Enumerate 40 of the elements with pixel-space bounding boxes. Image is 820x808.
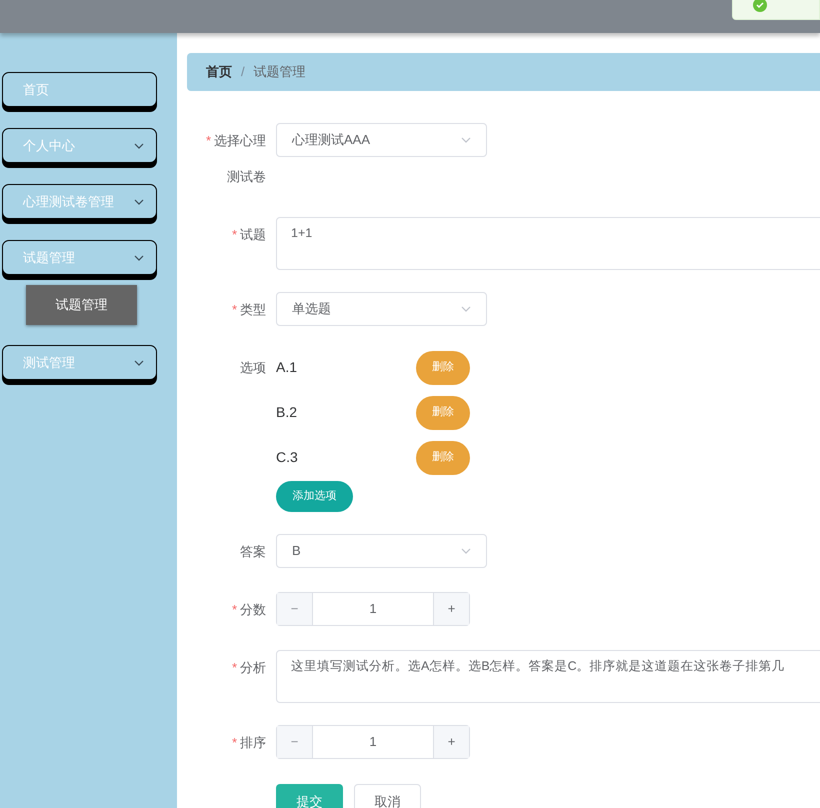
chevron-down-icon: [134, 360, 144, 366]
chevron-down-icon: [461, 306, 471, 312]
field-label: 分数: [240, 602, 266, 617]
required-mark: *: [232, 602, 237, 617]
field-label: 试题: [240, 227, 266, 242]
field-label: 类型: [240, 302, 266, 317]
field-label: 排序: [240, 735, 266, 750]
text-area[interactable]: 1+1: [276, 217, 820, 270]
required-mark: *: [206, 133, 211, 148]
field-label: 分析: [240, 660, 266, 675]
success-icon: [753, 0, 767, 12]
add-option-button[interactable]: 添加选项: [276, 481, 353, 512]
select-field[interactable]: 心理测试AAA: [276, 123, 487, 157]
cancel-button[interactable]: 取消: [354, 784, 421, 808]
sidebar-submenu-item[interactable]: 试题管理: [26, 285, 137, 325]
chevron-down-icon: [134, 198, 144, 204]
required-mark: *: [232, 660, 237, 675]
field-label: 答案: [240, 544, 266, 559]
delete-button[interactable]: 删除: [416, 440, 470, 474]
submit-button[interactable]: 提交: [276, 784, 343, 808]
option-text: C.3: [276, 448, 299, 467]
select-field[interactable]: 单选题: [276, 292, 487, 326]
chevron-down-icon: [134, 142, 144, 148]
option-text: B.2: [276, 403, 298, 422]
required-mark: *: [232, 735, 237, 750]
field-label: 选择心理测试卷: [214, 133, 266, 184]
chevron-down-icon: [134, 254, 144, 260]
delete-button[interactable]: 删除: [416, 350, 470, 384]
field-label: 选项: [240, 360, 266, 375]
required-mark: *: [232, 227, 237, 242]
delete-button[interactable]: 删除: [416, 396, 470, 430]
chevron-down-icon: [461, 548, 471, 554]
chevron-down-icon: [461, 137, 471, 143]
breadcrumb-link[interactable]: 试题管理: [254, 62, 306, 82]
breadcrumb-link[interactable]: 首页: [206, 62, 232, 82]
option-text: A.1: [276, 358, 298, 377]
breadcrumb-separator: /: [241, 63, 245, 82]
text-area[interactable]: 这里填写测试分析。选A怎样。选B怎样。答案是C。排序就是这道题在这张卷子排第几: [276, 650, 820, 703]
required-mark: *: [232, 302, 237, 317]
select-field[interactable]: B: [276, 534, 487, 568]
